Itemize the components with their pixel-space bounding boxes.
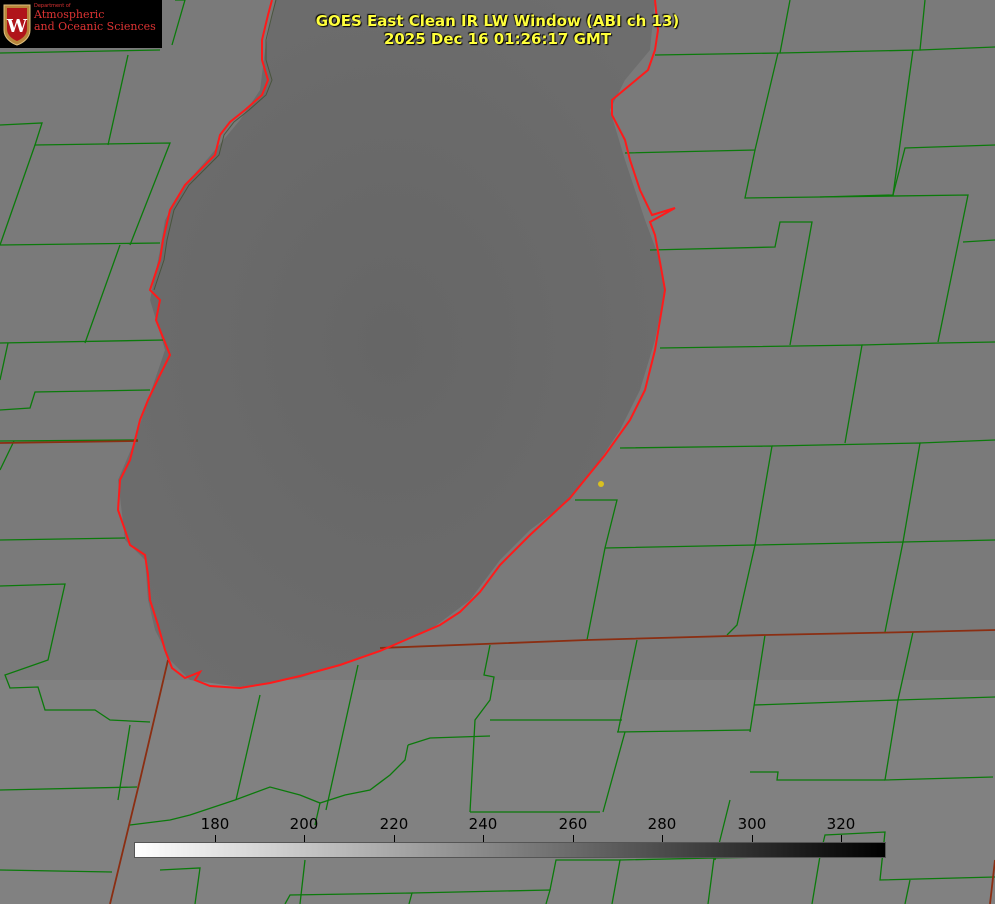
satellite-ir-map: [0, 0, 995, 904]
colorbar-tick: [752, 835, 753, 842]
colorbar-tick: [215, 835, 216, 842]
image-timestamp: 2025 Dec 16 01:26:17 GMT: [383, 30, 612, 48]
colorbar-tick-label: 220: [379, 815, 409, 833]
colorbar-tick-label: 280: [647, 815, 677, 833]
colorbar-tick-label: 260: [558, 815, 588, 833]
colorbar-tick: [573, 835, 574, 842]
marker-dot: [598, 481, 604, 487]
colorbar-tick-label: 320: [826, 815, 856, 833]
colorbar-tick-label: 180: [200, 815, 230, 833]
colorbar-gradient: [134, 842, 886, 858]
colorbar-tick-label: 300: [737, 815, 767, 833]
colorbar-tick: [841, 835, 842, 842]
land-bright-south: [0, 680, 995, 904]
colorbar-tick: [483, 835, 484, 842]
colorbar-tick: [662, 835, 663, 842]
colorbar-tick: [304, 835, 305, 842]
colorbar-tick-label: 200: [289, 815, 319, 833]
image-title: GOES East Clean IR LW Window (ABI ch 13): [315, 12, 680, 30]
colorbar-tick: [394, 835, 395, 842]
colorbar-tick-label: 240: [468, 815, 498, 833]
